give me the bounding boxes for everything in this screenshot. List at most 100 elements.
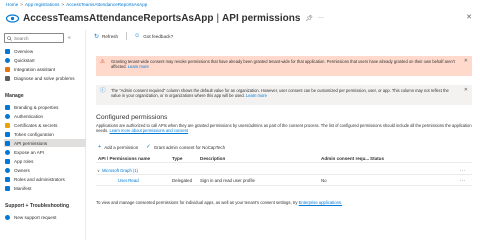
sidebar-item-quickstart[interactable]: Quickstart <box>4 56 86 64</box>
owners-icon <box>5 167 10 173</box>
sidebar-item-label: App roles <box>14 158 34 164</box>
sidebar-item-manifest[interactable]: Manifest <box>4 184 86 192</box>
footer-note: To view and manage consented permissions… <box>96 200 342 205</box>
permission-name-link[interactable]: User.Read <box>118 178 139 183</box>
sidebar-item-expose-api[interactable]: Expose an API <box>4 148 86 156</box>
sidebar-item-roles-administrators[interactable]: Roles and administrators <box>4 175 86 183</box>
breadcrumb-app[interactable]: AccessTeamsAttendanceReportsAsApp <box>66 2 147 7</box>
sidebar-item-label: Manifest <box>14 185 32 191</box>
page-header: AccessTeamsAttendanceReportsAsApp | API pe… <box>6 10 324 26</box>
app-roles-icon <box>5 158 10 164</box>
sidebar-item-authentication[interactable]: Authentication <box>4 112 86 120</box>
roles-icon <box>5 176 10 182</box>
breadcrumb-home[interactable]: Home <box>6 2 18 7</box>
table-header: API / Permissions name Type Description … <box>96 155 472 163</box>
api-permissions-icon <box>5 140 10 146</box>
more-actions-icon[interactable]: ··· <box>460 178 467 184</box>
more-actions-icon[interactable]: ··· <box>460 168 467 174</box>
column-header[interactable]: Status <box>370 156 384 161</box>
refresh-button[interactable]: ↻ Refresh <box>94 33 118 40</box>
feedback-button[interactable]: ☺ Got feedback? <box>134 33 173 39</box>
feedback-icon: ☺ <box>134 33 141 39</box>
breadcrumb: Home > App registrations > AccessTeamsAttend… <box>6 2 147 7</box>
table-row: User.Read Delegated Sign in and read use… <box>96 177 472 186</box>
permission-actions: + Add a permission ✓ Grant admin consent f… <box>98 144 233 150</box>
permissions-consent-link[interactable]: Learn more about permissions and consent <box>109 128 188 133</box>
warning-learn-more-link[interactable]: Learn more <box>128 64 149 69</box>
sidebar: « Overview Quickstart Integration assist… <box>0 30 86 240</box>
sidebar-item-api-permissions[interactable]: API permissions <box>4 139 86 147</box>
column-header[interactable]: API / Permissions name <box>98 156 150 161</box>
refresh-label: Refresh <box>102 33 119 39</box>
sidebar-item-label: Expose an API <box>14 149 45 155</box>
breadcrumb-separator: > <box>61 2 65 7</box>
search-box[interactable] <box>4 33 64 43</box>
sidebar-item-label: Token configuration <box>14 131 54 137</box>
warning-message: Granting tenant-wide consent may revoke … <box>111 59 455 69</box>
sidebar-item-label: Branding & properties <box>14 104 59 110</box>
sidebar-item-label: Certificates & secrets <box>14 122 58 128</box>
page-name: API permissions <box>222 12 301 24</box>
sidebar-item-label: Roles and administrators <box>14 176 65 182</box>
key-icon <box>5 122 10 128</box>
grant-admin-consent-button[interactable]: ✓ Grant admin consent for NoCapTech <box>146 144 225 150</box>
breadcrumb-app-registrations[interactable]: App registrations <box>25 2 59 7</box>
sidebar-item-owners[interactable]: Owners <box>4 166 86 174</box>
authentication-icon <box>5 113 10 119</box>
sidebar-item-app-roles[interactable]: App roles <box>4 157 86 165</box>
title-separator: | <box>216 12 220 24</box>
manifest-icon <box>5 185 10 191</box>
feedback-label: Got feedback? <box>143 33 174 39</box>
grant-admin-consent-label: Grant admin consent for NoCapTech <box>153 144 226 150</box>
sidebar-item-integration-assistant[interactable]: Integration assistant <box>4 65 86 73</box>
sidebar-item-label: Owners <box>14 167 30 173</box>
permission-description: Sign in and read user profile <box>200 178 255 183</box>
section-title: Configured permissions <box>96 114 168 121</box>
admin-consent-required: No <box>321 178 327 183</box>
search-input[interactable] <box>14 35 62 41</box>
ellipsis-icon[interactable]: ··· <box>318 15 324 21</box>
api-group-row[interactable]: ∨ Microsoft Graph (1) ··· <box>96 167 472 175</box>
sidebar-item-certificates[interactable]: Certificates & secrets <box>4 121 86 129</box>
api-group-link[interactable]: Microsoft Graph (1) <box>102 168 138 173</box>
sidebar-item-token-configuration[interactable]: Token configuration <box>4 130 86 138</box>
enterprise-applications-link[interactable]: Enterprise applications. <box>299 200 343 205</box>
sidebar-item-label: New support request <box>14 214 57 220</box>
manage-heading: Manage <box>5 93 24 99</box>
expose-api-icon <box>5 149 10 155</box>
sidebar-item-overview[interactable]: Overview <box>4 47 86 55</box>
page-title: AccessTeamsAttendanceReportsAsApp | API pe… <box>23 13 300 24</box>
search-icon <box>7 35 12 41</box>
close-icon[interactable]: ✕ <box>464 88 468 102</box>
add-permission-label: Add a permission <box>104 144 139 150</box>
info-text: The "Admin consent required" column show… <box>111 88 458 102</box>
info-message: The "Admin consent required" column show… <box>111 88 449 98</box>
toolbar-divider <box>126 32 128 40</box>
warning-icon: ⚠ <box>100 59 105 65</box>
branding-icon <box>5 104 10 110</box>
sidebar-item-new-support-request[interactable]: New support request <box>4 213 86 221</box>
close-icon[interactable]: ✕ <box>466 13 472 21</box>
sidebar-item-diagnose[interactable]: Diagnose and solve problems <box>4 74 86 82</box>
overview-icon <box>5 48 10 54</box>
sidebar-item-label: Diagnose and solve problems <box>14 75 75 81</box>
close-icon[interactable]: ✕ <box>464 59 468 73</box>
warning-text: Granting tenant-wide consent may revoke … <box>111 59 458 73</box>
column-header[interactable]: Description <box>200 156 225 161</box>
sidebar-item-label: Authentication <box>14 113 44 119</box>
pin-icon[interactable]: 📌︎ <box>305 15 313 22</box>
command-bar: ↻ Refresh ☺ Got feedback? <box>94 32 181 40</box>
add-permission-button[interactable]: + Add a permission <box>98 144 138 150</box>
chevron-down-icon[interactable]: ∨ <box>97 168 100 173</box>
column-header[interactable]: Admin consent requ... <box>321 156 369 161</box>
column-header[interactable]: Type <box>172 156 182 161</box>
warning-banner: ⚠ Granting tenant-wide consent may revok… <box>96 56 472 76</box>
breadcrumb-separator: > <box>20 2 23 7</box>
sidebar-item-label: Integration assistant <box>14 66 56 72</box>
wrench-icon <box>5 75 10 81</box>
info-learn-more-link[interactable]: Learn more <box>246 93 267 98</box>
collapse-sidebar-icon[interactable]: « <box>68 35 71 41</box>
quickstart-icon <box>5 57 10 63</box>
sidebar-item-branding[interactable]: Branding & properties <box>4 103 86 111</box>
app-name: AccessTeamsAttendanceReportsAsApp <box>23 12 214 24</box>
